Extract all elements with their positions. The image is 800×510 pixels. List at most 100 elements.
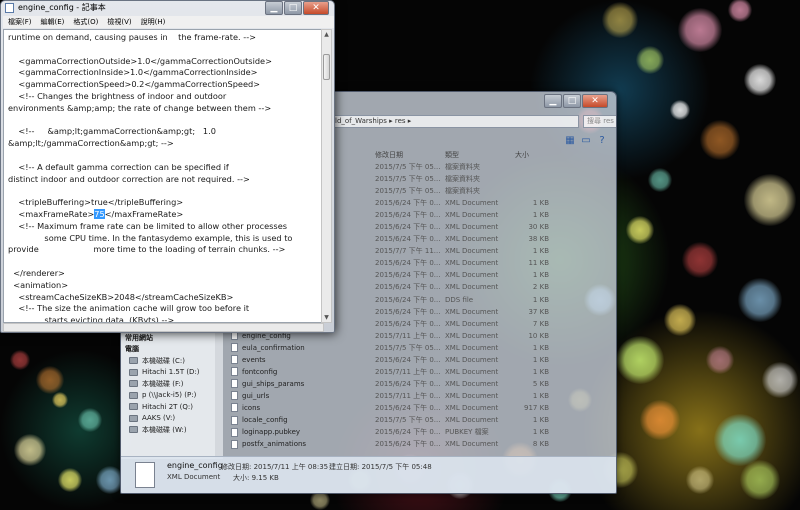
menu-format[interactable]: 格式(O) [73, 16, 98, 28]
file-size: 30 KB [528, 223, 549, 232]
file-type: XML Document [445, 211, 499, 220]
nav-item[interactable]: Hitachi 2T (Q:) [121, 401, 223, 413]
notepad-titlebar[interactable]: engine_config - 記事本 ▁ □ ✕ [1, 1, 334, 15]
file-size: 37 KB [528, 307, 549, 316]
bokeh-light [664, 304, 696, 336]
minimize-button[interactable]: ▁ [544, 94, 562, 108]
nav-item[interactable]: 本機磁碟 (F:) [121, 378, 223, 390]
file-date: 2015/7/11 上午 0... [375, 367, 441, 376]
file-date: 2015/6/24 下午 0... [375, 307, 441, 316]
scroll-up-icon[interactable]: ▲ [322, 30, 331, 39]
file-row[interactable]: gui_urls 2015/7/11 上午 0... XML Document 1 K… [225, 390, 605, 402]
nav-item[interactable]: 本機磁碟 (W:) [121, 424, 223, 436]
file-row[interactable]: locale_config 2015/7/5 下午 05... XML Docume… [225, 414, 605, 426]
file-date: 2015/7/5 下午 05... [375, 187, 441, 196]
file-icon [231, 415, 238, 425]
drive-icon [129, 380, 138, 388]
file-row[interactable]: events 2015/6/24 下午 0... XML Document 1 KB [225, 354, 605, 366]
text-line: &amp;lt;/gammaCorrection&amp;gt; --> [8, 138, 174, 149]
file-name-cell: locale_config [225, 414, 375, 426]
menu-edit[interactable]: 編輯(E) [41, 16, 65, 28]
file-date: 2015/7/11 上午 0... [375, 331, 441, 340]
column-date[interactable]: 修改日期 [375, 150, 445, 161]
nav-item[interactable]: 常用網站 [121, 332, 223, 344]
maximize-button[interactable]: □ [563, 94, 581, 108]
file-type: XML Document [445, 271, 499, 280]
notepad-window[interactable]: engine_config - 記事本 ▁ □ ✕ 檔案(F) 編輯(E) 格式… [0, 0, 335, 333]
file-row[interactable]: eula_confirmation 2015/7/5 下午 05... XML Do… [225, 342, 605, 354]
scroll-thumb[interactable] [323, 54, 330, 80]
nav-item[interactable]: AAKS (V:) [121, 413, 223, 425]
text-line: <maxFrameRate>75</maxFrameRate> [8, 208, 183, 220]
file-type: XML Document [445, 367, 499, 376]
file-size: 1 KB [532, 415, 549, 424]
column-size[interactable]: 大小 [515, 150, 555, 161]
file-row[interactable]: gui_ships_params 2015/6/24 下午 0... XML Doc… [225, 378, 605, 390]
details-modified: 修改日期: 2015/7/11 上午 08:35 [221, 463, 329, 471]
file-date: 2015/7/5 下午 05... [375, 163, 441, 171]
file-row[interactable]: icons 2015/6/24 下午 0... XML Document 917 KB [225, 402, 605, 414]
details-created: 建立日期: 2015/7/5 下午 05:48 [329, 463, 432, 471]
menu-view[interactable]: 檢視(V) [107, 16, 131, 28]
bokeh-light [670, 100, 690, 120]
file-date: 2015/6/24 下午 0... [375, 403, 441, 412]
nav-item[interactable]: Hitachi 1.5T (D:) [121, 367, 223, 379]
file-icon [231, 427, 238, 437]
file-row[interactable]: postfx_animations 2015/6/24 下午 0... XML Do… [225, 438, 605, 450]
file-date: 2015/7/5 下午 05... [375, 415, 441, 424]
file-size: 2 KB [532, 283, 549, 292]
file-name: eula_confirmation [242, 343, 305, 352]
file-name-cell: events [225, 354, 375, 366]
column-type[interactable]: 類型 [445, 150, 515, 161]
view-options-icon[interactable]: ▦ [563, 134, 577, 148]
file-date: 2015/7/5 下午 05... [375, 175, 441, 184]
file-icon [231, 391, 238, 401]
close-button[interactable]: ✕ [303, 1, 329, 15]
nav-item[interactable]: p (\\Jack-i5) (P:) [121, 390, 223, 402]
file-size: 5 KB [532, 379, 549, 388]
file-type: 檔案資料夾 [445, 163, 480, 171]
file-name-cell: gui_urls [225, 390, 375, 402]
horizontal-scrollbar[interactable] [3, 323, 324, 332]
text-line: <!-- A default gamma correction can be s… [8, 161, 229, 172]
details-pane: engine_config 修改日期: 2015/7/11 上午 08:35 建… [121, 456, 616, 493]
help-icon[interactable]: ? [595, 134, 609, 148]
file-size: 38 KB [528, 235, 549, 244]
text-line: starts evicting data. (KByts) --> [8, 315, 175, 323]
file-name-cell: fontconfig [225, 366, 375, 378]
text-line: <streamCacheSizeKB>2048</streamCacheSize… [8, 291, 234, 302]
menu-file[interactable]: 檔案(F) [8, 16, 32, 28]
bokeh-light [640, 400, 680, 440]
file-date: 2015/7/7 下午 11... [375, 247, 441, 256]
nav-item-label: Hitachi 2T (Q:) [142, 402, 193, 411]
file-name-cell: loginapp.pubkey [225, 426, 375, 438]
nav-item[interactable]: 電腦 [121, 344, 223, 356]
nav-item[interactable]: 本機磁碟 (C:) [121, 355, 223, 367]
minimize-button[interactable]: ▁ [265, 1, 283, 15]
nav-item-label: 電腦 [125, 345, 139, 354]
window-title: engine_config - 記事本 [18, 3, 106, 12]
bokeh-light [744, 174, 796, 226]
address-bar[interactable]: ld_of_Warships ▸ res ▸ [331, 115, 579, 128]
file-name: locale_config [242, 416, 288, 424]
file-icon [231, 343, 238, 353]
file-type: XML Document [445, 440, 499, 449]
nav-item-label: 本機磁碟 (W:) [142, 425, 187, 434]
drive-icon [129, 391, 138, 399]
file-row[interactable]: loginapp.pubkey 2015/6/24 下午 0... PUBKEY 檔… [225, 426, 605, 438]
menu-help[interactable]: 說明(H) [141, 16, 166, 28]
preview-pane-icon[interactable]: ▭ [579, 134, 593, 148]
nav-scrollbar[interactable] [215, 332, 223, 459]
maximize-button[interactable]: □ [284, 1, 302, 15]
scroll-down-icon[interactable]: ▼ [322, 313, 331, 322]
vertical-scrollbar[interactable]: ▲ ▼ [321, 29, 332, 323]
file-type: XML Document [445, 259, 499, 268]
file-size: 8 KB [532, 440, 549, 449]
notepad-caption-buttons: ▁ □ ✕ [265, 1, 329, 15]
search-input[interactable]: 搜尋 res [583, 115, 616, 128]
close-button[interactable]: ✕ [582, 94, 608, 108]
file-size: 1 KB [532, 355, 549, 364]
text-segment: <maxFrameRate> [8, 209, 95, 219]
file-row[interactable]: fontconfig 2015/7/11 上午 0... XML Document 1… [225, 366, 605, 378]
text-editor[interactable]: runtime on demand, causing pauses in the… [3, 29, 324, 323]
